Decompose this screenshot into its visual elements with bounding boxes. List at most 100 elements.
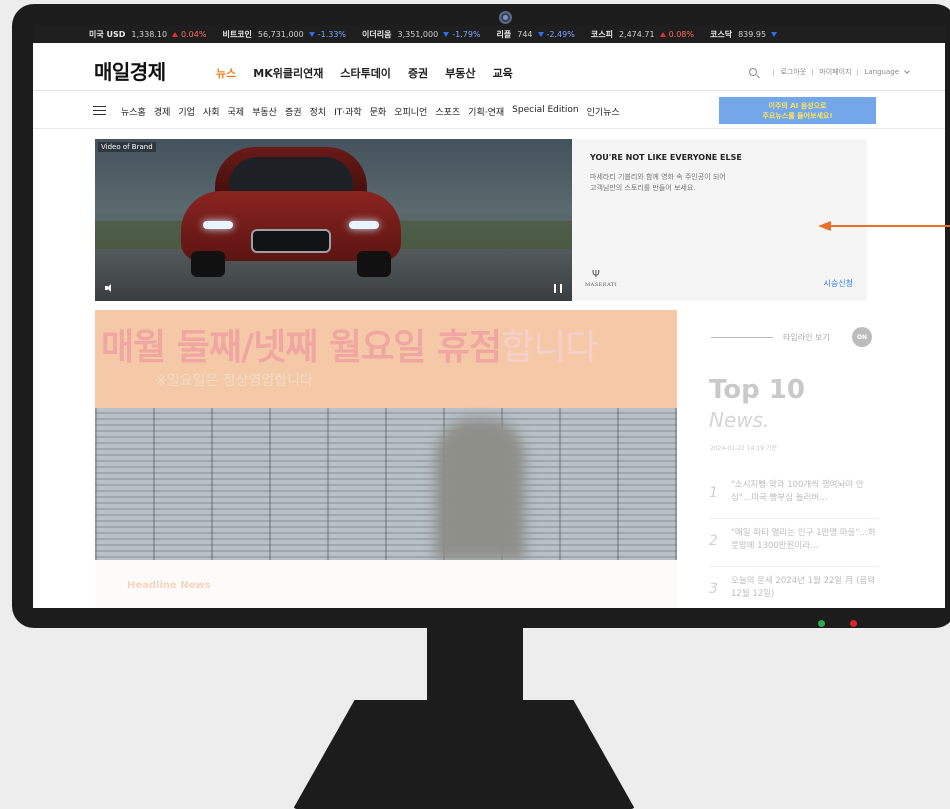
rank-number: 1 xyxy=(709,485,718,501)
market-ticker: 미국 USD 1,338.10 0.04% 비트코인 56,731,000 -1… xyxy=(33,25,945,43)
ad-text: 마세라티 기블리와 함께 영화 속 주인공이 되어 xyxy=(590,173,726,181)
hero-headline-tail: 합니다 xyxy=(501,327,598,368)
sub-nav: 뉴스홈 경제 기업 사회 국제 부동산 증권 정치 IT·과학 문화 오피니언 … xyxy=(33,92,945,129)
status-led xyxy=(850,620,857,627)
monitor-stand xyxy=(293,700,635,809)
ticker-change: 0.08% xyxy=(668,29,694,39)
ticker-name: 미국 USD xyxy=(89,29,126,39)
ticker-item[interactable]: 미국 USD 1,338.10 0.04% xyxy=(89,29,206,40)
hero-headline-text: 매월 둘째/넷째 월요일 휴점 xyxy=(101,327,502,368)
timeline-toggle: 타임라인 보기 ON xyxy=(711,327,881,347)
subnav-item[interactable]: 부동산 xyxy=(252,105,277,118)
subnav-item[interactable]: 정치 xyxy=(310,105,327,118)
ad-video[interactable]: Video of Brand xyxy=(95,139,572,301)
rank-title: "매일 파티 열리는 인구 1만명 마을"…하룻밤에 1300만원이라… xyxy=(731,528,876,551)
nav-real-estate[interactable]: 부동산 xyxy=(445,65,475,81)
arrow-down-icon xyxy=(771,31,778,37)
subnav-item[interactable]: 기획·연재 xyxy=(468,105,504,118)
nav-star-today[interactable]: 스타투데이 xyxy=(340,65,391,81)
subnav-item[interactable]: 국제 xyxy=(228,105,245,118)
arrow-down-icon xyxy=(537,31,544,37)
ticker-change: -2.49% xyxy=(546,29,575,39)
subnav-item[interactable]: 경제 xyxy=(154,105,171,118)
hero-subline: ※일요일은 정상영업합니다 xyxy=(155,373,313,389)
ticker-item[interactable]: 이더리움 3,351,000 -1.79% xyxy=(362,29,480,40)
ticker-change: -1.79% xyxy=(452,29,481,39)
arrow-down-icon xyxy=(308,31,315,37)
rank-title: "소시지빵·약과 100개씩 쟁여놔야 안심"…미국 빵부심 놀러버… xyxy=(731,480,864,503)
timeline-label: 타임라인 보기 xyxy=(783,333,830,342)
car-image xyxy=(181,147,401,279)
ticker-name: 이더리움 xyxy=(362,29,392,39)
ticker-value: 3,351,000 xyxy=(397,29,439,39)
list-item[interactable]: 3 오늘의 운세 2024년 1월 22일 月 (음력 12월 12일) xyxy=(709,571,879,608)
arrow-left-icon xyxy=(818,221,831,231)
rank-number: 3 xyxy=(709,581,718,597)
list-item[interactable]: 1 "소시지빵·약과 100개씩 쟁여놔야 안심"…미국 빵부심 놀러버… xyxy=(709,475,879,519)
site-logo[interactable]: 매일경제 xyxy=(94,56,166,85)
ad-title: YOU'RE NOT LIKE EVERYONE ELSE xyxy=(590,153,742,162)
subnav-item[interactable]: Special Edition xyxy=(512,105,578,118)
subnav-item[interactable]: 인기뉴스 xyxy=(587,105,620,118)
sub-nav-links: 뉴스홈 경제 기업 사회 국제 부동산 증권 정치 IT·과학 문화 오피니언 … xyxy=(121,105,628,118)
ticker-value: 744 xyxy=(517,29,533,39)
subnav-item[interactable]: 문화 xyxy=(370,105,387,118)
ticker-item[interactable]: 비트코인 56,731,000 -1.33% xyxy=(222,29,346,40)
subnav-item[interactable]: 증권 xyxy=(285,105,302,118)
headline-news-label: Headline News xyxy=(127,580,211,591)
video-tag: Video of Brand xyxy=(98,142,156,152)
top10-list: 1 "소시지빵·약과 100개씩 쟁여놔야 안심"…미국 빵부심 놀러버… 2 … xyxy=(709,475,879,608)
rank-number: 2 xyxy=(709,533,718,549)
divider xyxy=(711,337,773,338)
hero-photo xyxy=(95,408,677,560)
nav-mk-weekly[interactable]: MK위클리연재 xyxy=(253,65,323,81)
pause-icon[interactable] xyxy=(554,284,562,293)
ticker-change: 0.04% xyxy=(181,29,207,39)
nav-news[interactable]: 뉴스 xyxy=(216,65,236,81)
menu-icon[interactable] xyxy=(93,106,106,116)
subnav-item[interactable]: 사회 xyxy=(203,105,220,118)
main-nav: 뉴스 MK위클리연재 스타투데이 증권 부동산 교육 xyxy=(216,65,530,81)
subnav-item[interactable]: 기업 xyxy=(178,105,195,118)
nav-education[interactable]: 교육 xyxy=(493,65,513,81)
search-icon[interactable] xyxy=(749,68,758,76)
brand-logo: MASERATI xyxy=(585,282,618,288)
divider xyxy=(773,68,775,76)
chevron-down-icon xyxy=(904,67,910,74)
ticker-name: 리플 xyxy=(496,29,512,39)
ai-voice-banner[interactable]: 이주의 AI 음성으로 주요뉴스를 들어보세요! xyxy=(719,97,876,124)
rank-title: 오늘의 운세 2024년 1월 22일 月 (음력 12월 12일) xyxy=(731,576,876,599)
ticker-name: 비트코인 xyxy=(222,29,252,39)
ticker-value: 839.95 xyxy=(738,29,767,39)
language-select[interactable]: Language xyxy=(864,68,899,76)
subnav-item[interactable]: IT·과학 xyxy=(334,105,362,118)
subnav-item[interactable]: 오피니언 xyxy=(394,105,427,118)
subnav-item[interactable]: 스포츠 xyxy=(435,105,460,118)
list-item[interactable]: 2 "매일 파티 열리는 인구 1만명 마을"…하룻밤에 1300만원이라… xyxy=(709,523,879,567)
nav-stocks[interactable]: 증권 xyxy=(408,65,428,81)
ticker-change: -1.33% xyxy=(317,29,347,39)
divider xyxy=(812,68,814,76)
hero-headline-area[interactable]: 매월 둘째/넷째 월요일 휴점합니다 ※일요일은 정상영업합니다 Headlin… xyxy=(95,310,677,608)
ad-copy: YOU'RE NOT LIKE EVERYONE ELSE 마세라티 기블리와 … xyxy=(590,153,850,194)
timeline-on-toggle[interactable]: ON xyxy=(852,327,872,347)
ticker-item[interactable]: 코스피 2,474.71 0.08% xyxy=(591,29,694,40)
logout-link[interactable]: 로그아웃 xyxy=(780,67,806,77)
brand-ad: Video of Brand YOU'RE NOT LIKE EVERYONE … xyxy=(95,139,867,301)
ticker-name: 코스닥 xyxy=(709,29,733,39)
test-drive-link[interactable]: 시승신청 xyxy=(824,278,853,289)
mypage-link[interactable]: 마이페이지 xyxy=(819,67,851,77)
top10-subtitle: News. xyxy=(709,408,770,432)
banner-line: 주요뉴스를 들어보세요! xyxy=(762,111,833,120)
subnav-item[interactable]: 뉴스홈 xyxy=(121,105,146,118)
ticker-item[interactable]: 코스닥 839.95 xyxy=(710,29,780,40)
browser-screen: 미국 USD 1,338.10 0.04% 비트코인 56,731,000 -1… xyxy=(33,25,945,608)
volume-icon[interactable] xyxy=(105,283,115,293)
power-led xyxy=(818,620,825,627)
ticker-value: 2,474.71 xyxy=(618,29,655,39)
hero-headline: 매월 둘째/넷째 월요일 휴점합니다 xyxy=(101,318,598,370)
ticker-value: 1,338.10 xyxy=(131,29,168,39)
ticker-item[interactable]: 리플 744 -2.49% xyxy=(497,29,575,40)
arrow-down-icon xyxy=(443,31,450,37)
monitor-frame: 미국 USD 1,338.10 0.04% 비트코인 56,731,000 -1… xyxy=(12,4,950,628)
